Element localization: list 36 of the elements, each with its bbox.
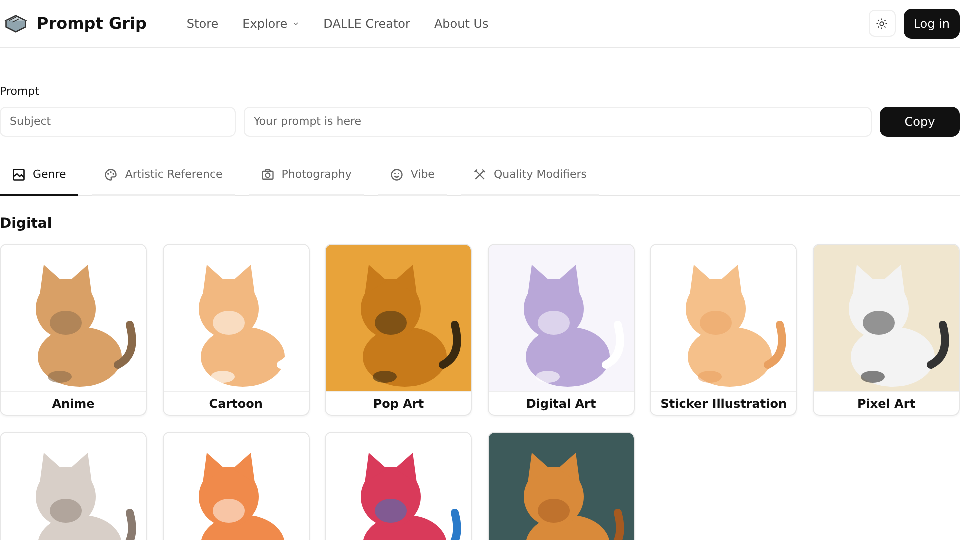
style-card[interactable]: Anime — [0, 244, 147, 416]
style-card[interactable]: Pop Art — [325, 244, 472, 416]
copy-button[interactable]: Copy — [880, 106, 960, 136]
camera-icon — [260, 168, 275, 182]
card-title: Sticker Illustration — [651, 390, 796, 414]
subject-field[interactable]: Subject — [0, 106, 236, 136]
nav-link[interactable]: About Us — [434, 14, 489, 32]
smiley-icon — [390, 168, 404, 182]
chevron-icon — [292, 20, 300, 28]
style-card[interactable]: Cartoon — [162, 244, 310, 416]
tab[interactable]: Genre — [0, 156, 78, 196]
card-title: Anime — [1, 390, 146, 414]
card-title: Pop Art — [326, 390, 472, 414]
card-title: Cartoon — [164, 390, 309, 414]
tab[interactable]: Artistic Reference — [92, 156, 235, 196]
card-title: Pixel Art — [814, 390, 959, 414]
style-card[interactable]: Pixel Art — [812, 244, 960, 416]
sun-icon — [876, 18, 888, 30]
field-label: Prompt — [0, 84, 40, 100]
palette-icon — [104, 168, 118, 182]
tab[interactable]: Quality Modifiers — [460, 156, 599, 196]
image-icon — [12, 168, 26, 182]
tab[interactable]: Vibe — [378, 156, 447, 196]
prompt-field[interactable]: Your prompt is here — [244, 106, 872, 136]
nav-link[interactable]: Explore — [242, 14, 300, 32]
brand-name[interactable]: Prompt Grip — [37, 12, 147, 36]
tab[interactable]: Photography — [248, 156, 364, 196]
nav-link[interactable]: Store — [186, 14, 219, 32]
tools-icon — [472, 168, 487, 182]
nav-link[interactable]: DALLE Creator — [324, 14, 410, 32]
login-button[interactable]: Log in — [904, 8, 960, 38]
style-card[interactable]: Digital Art — [488, 244, 635, 416]
theme-toggle-button[interactable] — [868, 10, 896, 37]
section-heading: Digital — [0, 214, 54, 234]
style-card[interactable]: Sticker Illustration — [650, 244, 798, 416]
card-title: Digital Art — [488, 390, 634, 414]
